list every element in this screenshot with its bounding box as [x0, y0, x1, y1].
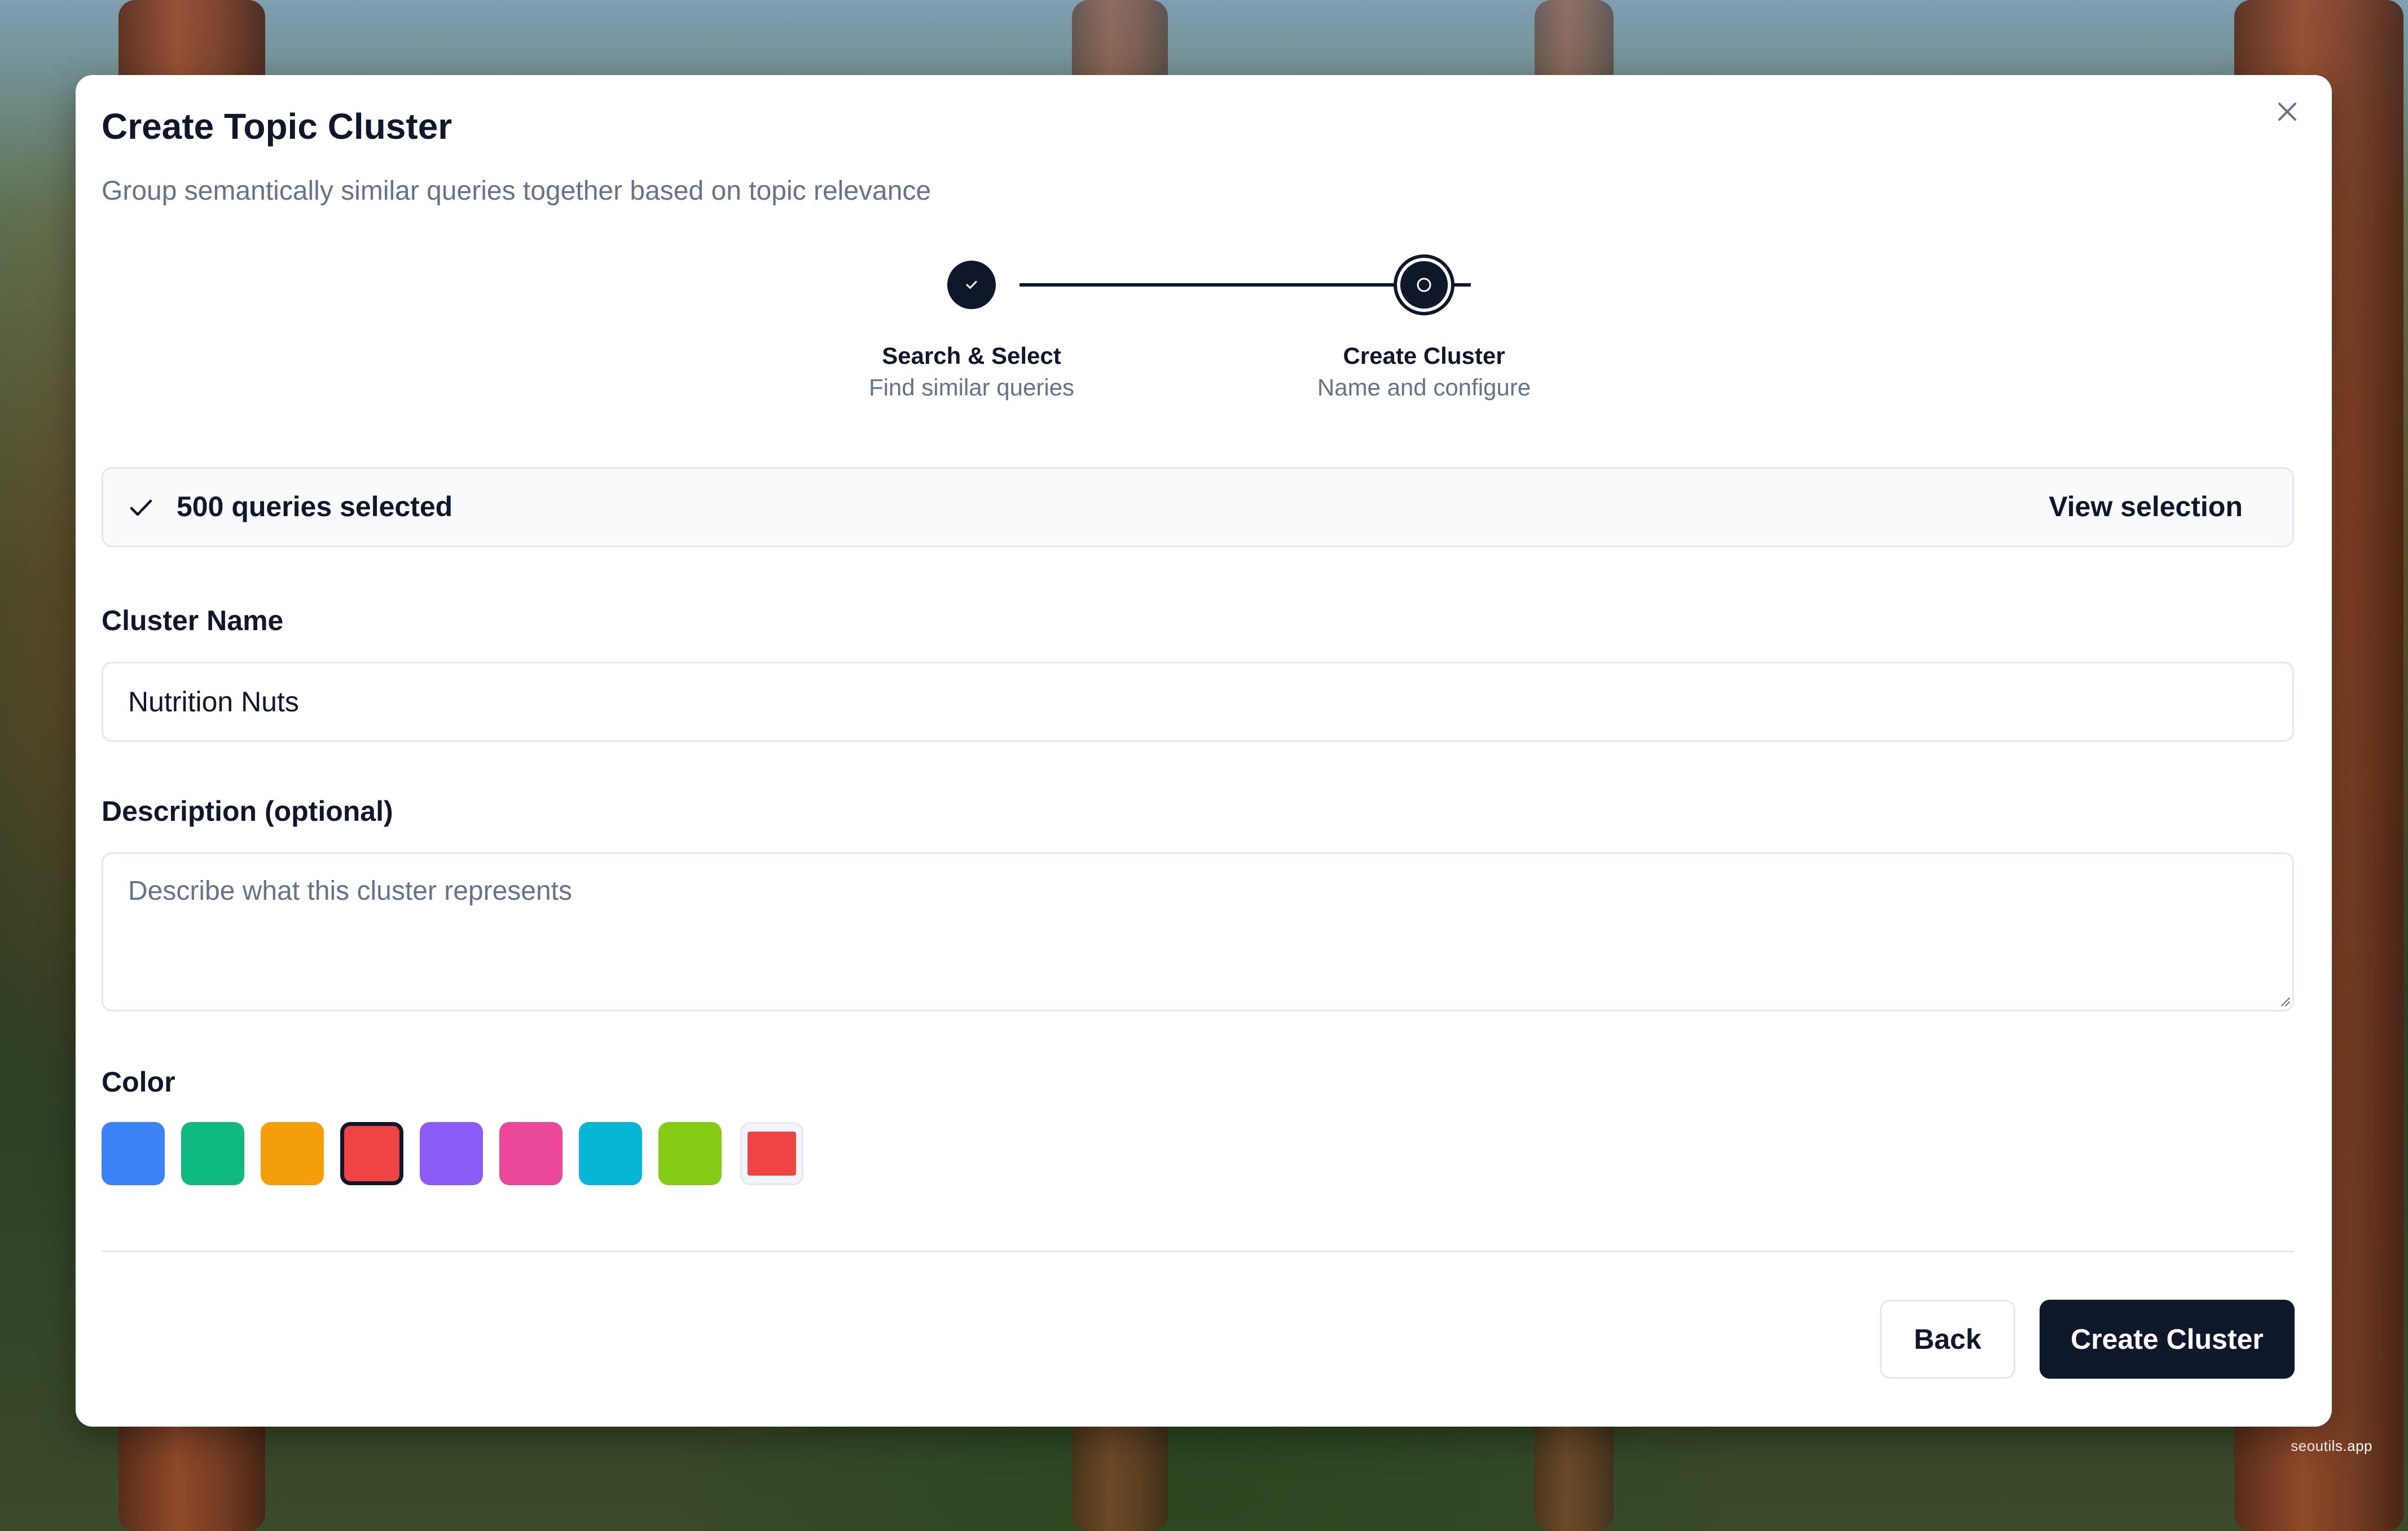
step-1-title: Search & Select	[882, 342, 1061, 369]
check-icon	[966, 281, 977, 289]
color-swatch[interactable]	[261, 1122, 324, 1185]
close-icon	[2278, 103, 2296, 121]
color-swatch[interactable]	[340, 1122, 403, 1185]
color-swatch[interactable]	[420, 1122, 483, 1185]
color-label: Color	[102, 1066, 175, 1098]
description-label: Description (optional)	[102, 795, 393, 827]
step-2-text: Create Cluster Name and configure	[1255, 340, 1593, 403]
selection-summary-bar: 500 queries selected View selection	[102, 467, 2294, 547]
color-swatch[interactable]	[658, 1122, 722, 1185]
custom-color-picker[interactable]	[740, 1122, 803, 1185]
step-2-title: Create Cluster	[1343, 342, 1505, 369]
step-2-indicator	[1394, 254, 1455, 315]
step-1-description: Find similar queries	[868, 374, 1075, 401]
watermark-text: seoutils.app	[2291, 1437, 2372, 1454]
color-swatch[interactable]	[499, 1122, 563, 1185]
forest-background: seoutils.app Create Topic Cluster Group …	[0, 0, 2408, 1531]
footer-divider	[102, 1251, 2294, 1252]
close-button[interactable]	[2268, 92, 2307, 131]
step-1-text: Search & Select Find similar queries	[802, 340, 1141, 403]
color-swatch[interactable]	[579, 1122, 642, 1185]
step-2-inner	[1400, 261, 1448, 309]
circle-icon	[1417, 278, 1431, 292]
color-swatch[interactable]	[181, 1122, 244, 1185]
cluster-name-input[interactable]	[102, 662, 2294, 742]
step-1-indicator	[947, 261, 996, 309]
dialog-title: Create Topic Cluster	[102, 106, 452, 147]
check-icon	[130, 499, 152, 516]
selected-count: 500 queries selected	[177, 491, 453, 522]
create-cluster-button[interactable]: Create Cluster	[2040, 1300, 2295, 1379]
view-selection-button[interactable]: View selection	[2049, 490, 2243, 523]
description-textarea[interactable]	[102, 852, 2294, 1011]
dialog-subtitle: Group semantically similar queries toget…	[102, 176, 931, 206]
step-2-description: Name and configure	[1317, 374, 1531, 401]
back-button[interactable]: Back	[1880, 1300, 2015, 1379]
create-topic-cluster-dialog: Create Topic Cluster Group semantically …	[76, 75, 2332, 1427]
cluster-name-label: Cluster Name	[102, 605, 284, 636]
custom-color-preview	[748, 1132, 796, 1176]
color-swatch[interactable]	[102, 1122, 165, 1185]
resize-handle-icon[interactable]	[2279, 996, 2291, 1007]
